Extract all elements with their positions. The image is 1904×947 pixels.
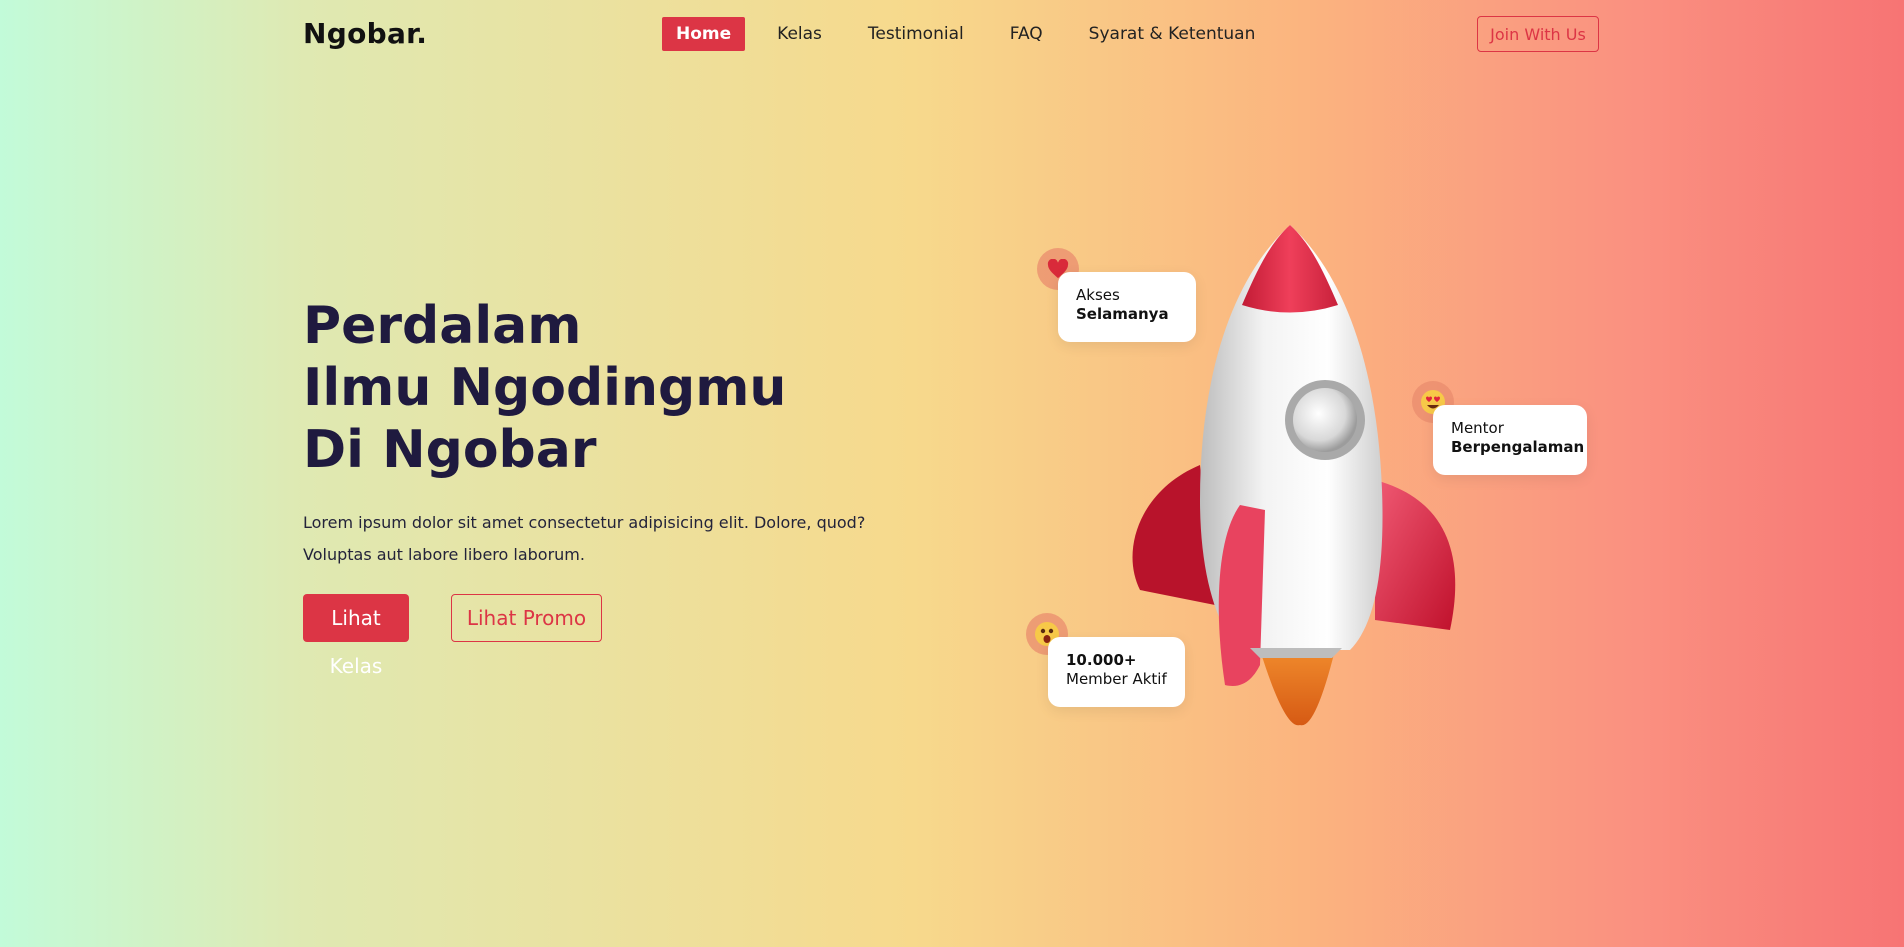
nav-item-home[interactable]: Home xyxy=(662,17,746,51)
rocket-window xyxy=(1293,388,1357,452)
rocket-flame xyxy=(1260,650,1335,726)
nav-menu: Home Kelas Testimonial FAQ Syarat & Kete… xyxy=(662,17,1287,51)
hero-title-line-3: Di Ngobar xyxy=(303,420,597,480)
card-mentor-berpengalaman: Mentor Berpengalaman xyxy=(1433,405,1587,475)
rocket-right-fin xyxy=(1375,480,1456,630)
hero-title: Perdalam Ilmu Ngodingmu Di Ngobar xyxy=(303,295,786,481)
card-member-line1: 10.000+ xyxy=(1066,651,1137,669)
nav-item-kelas[interactable]: Kelas xyxy=(763,17,836,51)
hero-title-line-2-prefix: Ilmu xyxy=(303,358,450,418)
brand-logo[interactable]: Ngobar. xyxy=(303,17,427,50)
top-navbar: Ngobar. Home Kelas Testimonial FAQ Syara… xyxy=(0,0,1904,70)
hero-title-highlight: Ngodingmu xyxy=(449,358,787,418)
join-with-us-button[interactable]: Join With Us xyxy=(1477,16,1599,52)
hero-title-line-1: Perdalam xyxy=(303,296,582,356)
lihat-promo-button[interactable]: Lihat Promo xyxy=(451,594,602,642)
card-member-line2: Member Aktif xyxy=(1066,670,1167,688)
lihat-kelas-button[interactable]: Lihat Kelas xyxy=(303,594,409,678)
card-akses-line1: Akses xyxy=(1076,286,1120,304)
hero-description: Lorem ipsum dolor sit amet consectetur a… xyxy=(303,513,866,564)
card-mentor-line2: Berpengalaman xyxy=(1451,438,1585,456)
card-akses-line2: Selamanya xyxy=(1076,305,1169,323)
card-akses-selamanya: Akses Selamanya xyxy=(1058,272,1196,342)
hero-title-line-2: Ilmu Ngodingmu xyxy=(303,357,786,419)
nav-item-syarat-ketentuan[interactable]: Syarat & Ketentuan xyxy=(1075,17,1270,51)
nav-item-faq[interactable]: FAQ xyxy=(996,17,1057,51)
nav-item-testimonial[interactable]: Testimonial xyxy=(854,17,978,51)
card-mentor-line1: Mentor xyxy=(1451,419,1504,437)
card-member-aktif: 10.000+ Member Aktif xyxy=(1048,637,1185,707)
rocket-nozzle xyxy=(1250,648,1342,658)
